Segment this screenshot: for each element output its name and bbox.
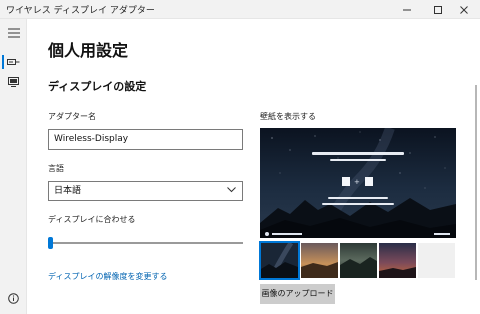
wallpaper-thumbnail-image — [379, 243, 416, 278]
wallpaper-thumbnail-dusk[interactable] — [379, 243, 416, 278]
wallpaper-thumbnail-image — [301, 243, 338, 278]
page-title: 個人用設定 — [48, 41, 129, 60]
wallpaper-thumbnail-image — [340, 243, 377, 278]
fit-display-label: ディスプレイに合わせる — [48, 215, 136, 224]
display-adapter-icon — [7, 59, 20, 65]
preview-target-tile — [365, 177, 373, 186]
info-icon — [8, 292, 19, 304]
window-title: ワイヤレス ディスプレイ アダプター — [6, 6, 155, 16]
wallpaper-label: 壁紙を表示する — [260, 112, 316, 121]
preview-status-bar-right — [434, 233, 450, 235]
language-selected-value: 日本語 — [54, 186, 82, 196]
nav-item-display-adapter[interactable] — [0, 51, 27, 73]
upload-image-button[interactable]: 画像のアップロード — [260, 284, 335, 304]
language-dropdown[interactable]: 日本語 — [48, 181, 243, 201]
maximize-icon — [434, 5, 442, 14]
minimize-button[interactable] — [391, 0, 423, 19]
nav-item-info[interactable] — [0, 287, 27, 309]
title-bar: ワイヤレス ディスプレイ アダプター — [0, 0, 480, 19]
fit-display-slider-track[interactable] — [48, 242, 243, 244]
hamburger-menu-icon — [7, 28, 20, 38]
chevron-down-icon — [227, 187, 236, 193]
preview-source-tile — [342, 177, 350, 186]
close-icon — [460, 5, 468, 14]
wallpaper-thumbnail-night-sky[interactable] — [259, 241, 300, 280]
nav-item-monitor[interactable] — [0, 71, 27, 93]
preview-status-dot — [265, 232, 269, 236]
wallpaper-preview: + — [260, 128, 456, 238]
language-label: 言語 — [48, 164, 64, 173]
wallpaper-thumbnail-valley[interactable] — [340, 243, 377, 278]
preview-caption-bar-2 — [322, 203, 394, 205]
main-content: 個人用設定 ディスプレイの設定 アダプター名 Wireless-Display … — [28, 19, 480, 314]
preview-plus-sign: + — [354, 178, 360, 186]
wallpaper-thumbnail-blank[interactable] — [418, 243, 455, 278]
close-button[interactable] — [448, 0, 480, 19]
navigation-rail — [0, 19, 27, 314]
adapter-name-label: アダプター名 — [48, 112, 96, 121]
change-resolution-link[interactable]: ディスプレイの解像度を変更する — [48, 271, 167, 282]
preview-caption-bar — [328, 197, 388, 199]
minimize-icon — [403, 9, 411, 10]
wallpaper-thumbnail-image — [261, 243, 298, 278]
preview-status-bar — [272, 233, 302, 235]
adapter-name-input[interactable]: Wireless-Display — [48, 129, 243, 150]
section-title: ディスプレイの設定 — [48, 80, 147, 93]
monitor-icon — [8, 77, 19, 87]
preview-banner-bar — [312, 152, 404, 155]
fit-display-slider-thumb[interactable] — [48, 237, 53, 249]
wallpaper-thumbnail-sunset[interactable] — [301, 243, 338, 278]
preview-subtitle-bar — [330, 159, 386, 161]
hamburger-menu-button[interactable] — [0, 22, 27, 44]
scrollbar[interactable] — [475, 85, 477, 280]
